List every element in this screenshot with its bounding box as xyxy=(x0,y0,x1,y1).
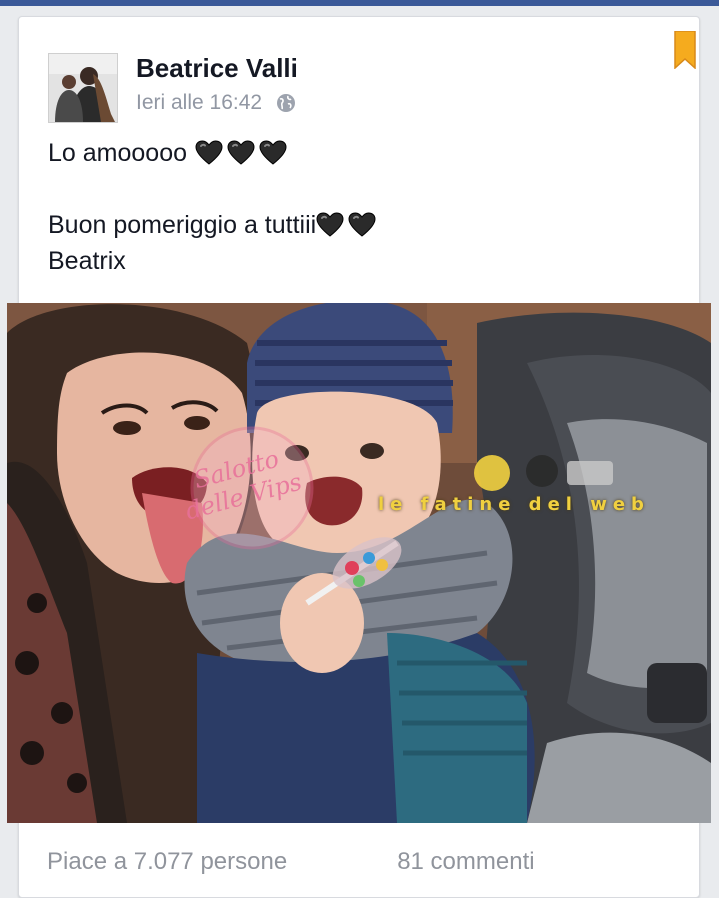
top-bar xyxy=(0,0,719,6)
post-text-line3: Beatrix xyxy=(48,247,126,275)
post-text-line: Lo amooooo xyxy=(48,135,678,171)
post-text: Lo amooooo Buon pomeriggio a tuttiii Bea… xyxy=(48,135,678,279)
likes-count[interactable]: Piace a 7.077 persone xyxy=(47,848,287,878)
post-text-line: Buon pomeriggio a tuttiii xyxy=(48,207,678,243)
black-heart-icon xyxy=(227,140,255,165)
post-photo[interactable] xyxy=(7,303,711,823)
black-heart-icon xyxy=(348,212,376,237)
black-heart-icon xyxy=(316,212,344,237)
comments-count[interactable]: 81 commenti xyxy=(397,848,534,878)
post-text-line1: Lo amooooo xyxy=(48,139,188,167)
heart-emoji-group xyxy=(316,212,376,238)
post-timestamp[interactable]: Ieri alle 16:42 xyxy=(136,91,262,115)
watermark-fatine: le fatine del web xyxy=(378,494,650,515)
globe-icon[interactable] xyxy=(276,93,296,113)
post-text-line2: Buon pomeriggio a tuttiii xyxy=(48,211,317,239)
black-heart-icon xyxy=(259,140,287,165)
post-text-line: Beatrix xyxy=(48,243,678,279)
author-name[interactable]: Beatrice Valli xyxy=(136,53,298,84)
avatar[interactable] xyxy=(48,53,118,123)
engagement-bar: Piace a 7.077 persone 81 commenti xyxy=(47,848,687,878)
bookmark-icon[interactable] xyxy=(674,31,696,69)
black-heart-icon xyxy=(195,140,223,165)
heart-emoji-group xyxy=(195,140,287,166)
post-meta: Ieri alle 16:42 xyxy=(136,91,296,115)
